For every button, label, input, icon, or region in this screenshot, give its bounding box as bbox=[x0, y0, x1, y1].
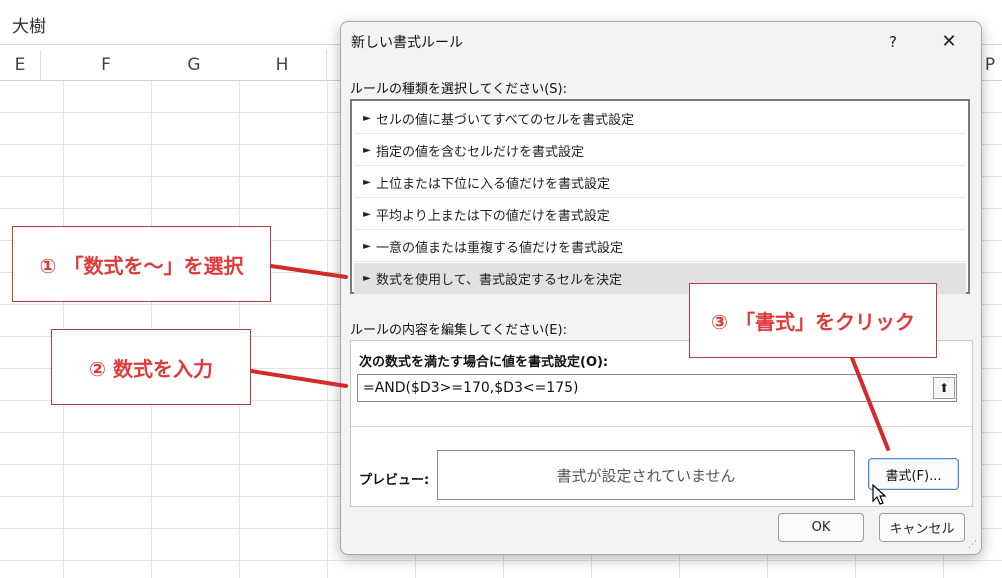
annotation-arrow-3 bbox=[850, 356, 890, 451]
annotation-arrow-1 bbox=[269, 264, 348, 279]
annotation-step2: ② 数式を入力 bbox=[51, 329, 251, 405]
annotation-step1: ① 「数式を～」を選択 bbox=[12, 226, 271, 302]
annotation-arrow-2 bbox=[249, 369, 348, 388]
annotation-step3: ③ 「書式」をクリック bbox=[689, 283, 937, 358]
